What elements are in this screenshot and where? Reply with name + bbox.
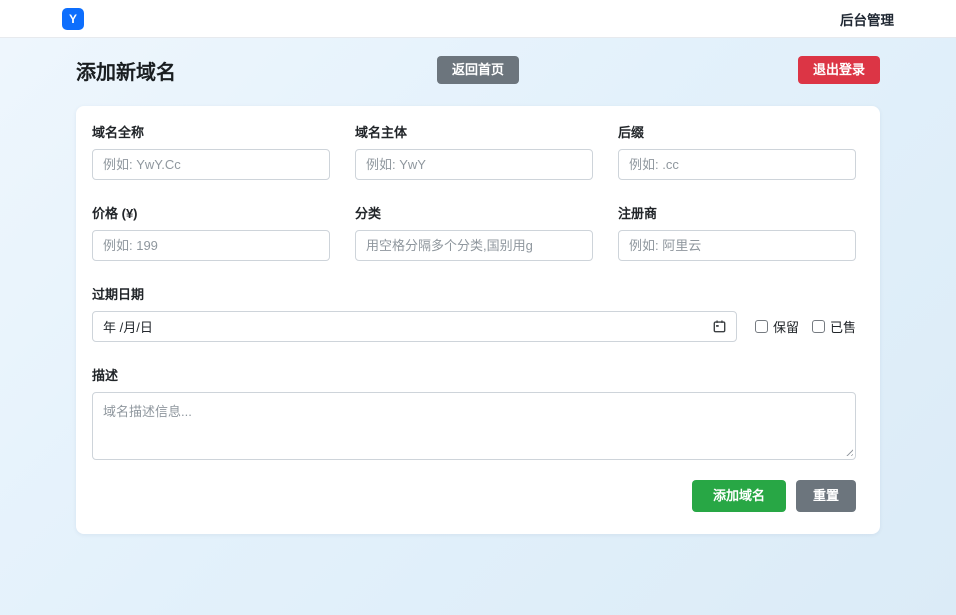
field-domain-body: 域名主体 bbox=[355, 122, 593, 180]
suffix-input[interactable] bbox=[618, 149, 856, 180]
form-row-expiry: 过期日期 年 /月/日 bbox=[92, 284, 856, 342]
topbar: Y 后台管理 bbox=[0, 0, 956, 38]
checkbox-sold-box[interactable] bbox=[812, 320, 825, 333]
status-checkbox-group: 保留 已售 bbox=[755, 317, 856, 336]
form-row-2: 价格 (¥) 分类 注册商 bbox=[92, 203, 856, 261]
field-category: 分类 bbox=[355, 203, 593, 261]
calendar-icon[interactable] bbox=[713, 320, 726, 333]
full-domain-label: 域名全称 bbox=[92, 122, 330, 141]
domain-body-label: 域名主体 bbox=[355, 122, 593, 141]
logout-button[interactable]: 退出登录 bbox=[798, 56, 880, 84]
full-domain-input[interactable] bbox=[92, 149, 330, 180]
page-header: 添加新域名 返回首页 退出登录 bbox=[76, 55, 880, 85]
expiry-date-input[interactable]: 年 /月/日 bbox=[92, 311, 737, 342]
category-label: 分类 bbox=[355, 203, 593, 222]
category-input[interactable] bbox=[355, 230, 593, 261]
description-label: 描述 bbox=[92, 365, 856, 384]
expiry-date-label: 过期日期 bbox=[92, 284, 856, 303]
price-input[interactable] bbox=[92, 230, 330, 261]
field-expiry-date: 过期日期 年 /月/日 bbox=[92, 284, 856, 342]
description-textarea[interactable] bbox=[92, 392, 856, 460]
price-label: 价格 (¥) bbox=[92, 203, 330, 222]
registrar-label: 注册商 bbox=[618, 203, 856, 222]
domain-body-input[interactable] bbox=[355, 149, 593, 180]
field-registrar: 注册商 bbox=[618, 203, 856, 261]
add-domain-form-card: 域名全称 域名主体 后缀 价格 (¥) 分类 bbox=[76, 106, 880, 534]
field-description: 描述 bbox=[92, 365, 856, 460]
brand-logo[interactable]: Y bbox=[62, 8, 84, 30]
suffix-label: 后缀 bbox=[618, 122, 856, 141]
admin-panel-link[interactable]: 后台管理 bbox=[840, 9, 894, 29]
add-domain-button[interactable]: 添加域名 bbox=[692, 480, 786, 512]
form-actions: 添加域名 重置 bbox=[92, 480, 856, 512]
field-full-domain: 域名全称 bbox=[92, 122, 330, 180]
page-title: 添加新域名 bbox=[76, 56, 176, 85]
reset-button[interactable]: 重置 bbox=[796, 480, 856, 512]
checkbox-reserved-label: 保留 bbox=[773, 317, 799, 336]
page-background: 添加新域名 返回首页 退出登录 域名全称 域名主体 后缀 bbox=[0, 38, 956, 615]
checkbox-sold-label: 已售 bbox=[830, 317, 856, 336]
checkbox-reserved[interactable]: 保留 bbox=[755, 317, 799, 336]
registrar-input[interactable] bbox=[618, 230, 856, 261]
form-row-1: 域名全称 域名主体 后缀 bbox=[92, 122, 856, 180]
checkbox-sold[interactable]: 已售 bbox=[812, 317, 856, 336]
field-price: 价格 (¥) bbox=[92, 203, 330, 261]
field-suffix: 后缀 bbox=[618, 122, 856, 180]
back-home-button[interactable]: 返回首页 bbox=[437, 56, 519, 84]
checkbox-reserved-box[interactable] bbox=[755, 320, 768, 333]
date-placeholder-text: 年 /月/日 bbox=[103, 317, 153, 336]
